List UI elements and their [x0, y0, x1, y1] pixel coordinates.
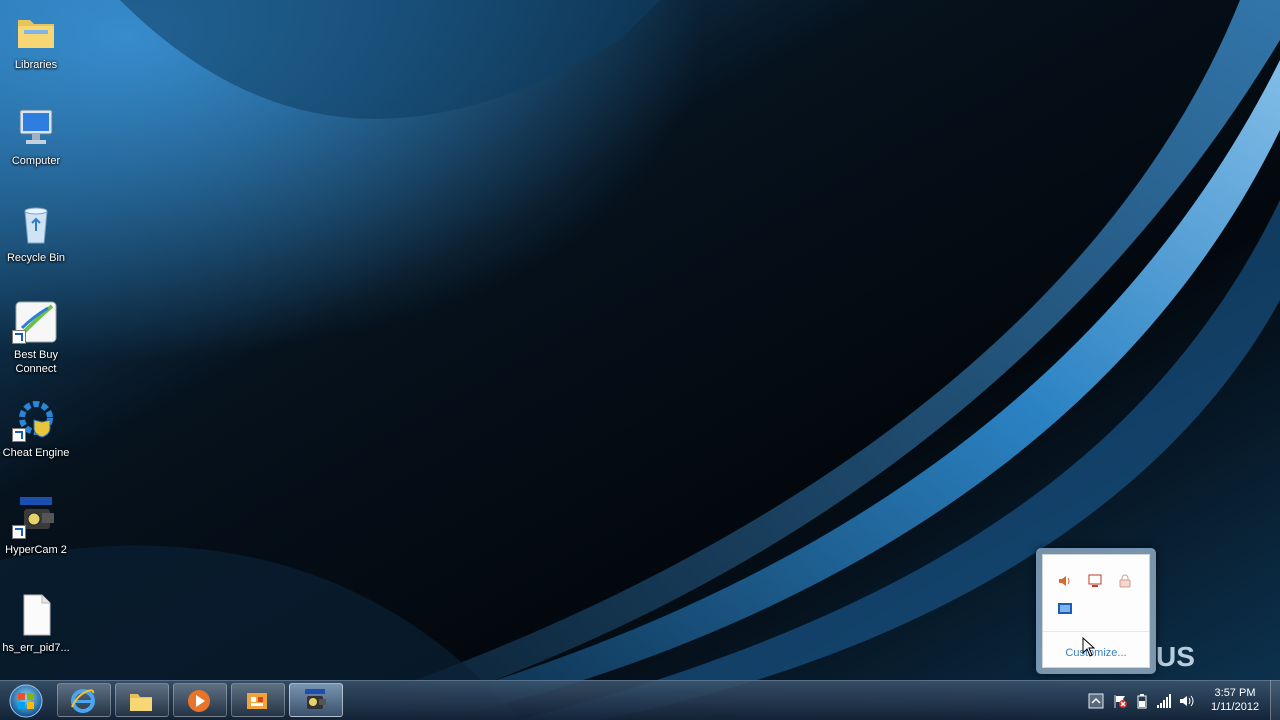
- desktop-icon-label: HyperCam 2: [5, 544, 67, 556]
- speaker-icon[interactable]: [1057, 573, 1073, 589]
- clock-time: 3:57 PM: [1214, 687, 1256, 699]
- desktop-icon-recycle-bin[interactable]: Recycle Bin: [2, 201, 70, 265]
- taskbar-windows-explorer[interactable]: [115, 683, 169, 717]
- taskbar-clock[interactable]: 3:57 PM 1/11/2012: [1200, 686, 1270, 714]
- windows-explorer-folder-icon: [130, 694, 152, 711]
- taskbar-paint[interactable]: [231, 683, 285, 717]
- shortcut-arrow-icon: [12, 428, 26, 442]
- display-icon[interactable]: [1087, 573, 1103, 589]
- shortcut-arrow-icon: [12, 525, 26, 539]
- brand-logo-text: US: [1156, 642, 1195, 672]
- desktop-icon-libraries[interactable]: Libraries: [2, 8, 70, 72]
- desktop-icon-cheat-engine[interactable]: Cheat Engine: [2, 396, 70, 460]
- taskbar: [0, 680, 1280, 720]
- media-player-icon: [188, 690, 210, 712]
- wifi-signal-icon[interactable]: [1156, 693, 1172, 709]
- battery-icon[interactable]: [1134, 693, 1150, 709]
- libraries-folder-icon: [12, 8, 60, 56]
- mouse-cursor-icon: [1082, 637, 1096, 657]
- desktop: Libraries Computer Recycle Bin Best Buy …: [0, 0, 1280, 720]
- lock-icon[interactable]: [1117, 573, 1133, 589]
- desktop-icon-label: Computer: [11, 155, 61, 167]
- volume-icon[interactable]: [1178, 693, 1194, 709]
- taskbar-media-player[interactable]: [173, 683, 227, 717]
- desktop-icon-label: Libraries: [14, 59, 58, 71]
- action-center-flag-icon[interactable]: [1112, 693, 1128, 709]
- customize-link[interactable]: Customize...: [1043, 647, 1149, 659]
- desktop-icon-label: Recycle Bin: [6, 252, 66, 264]
- shortcut-arrow-icon: [12, 330, 26, 344]
- taskbar-hypercam[interactable]: [289, 683, 343, 717]
- taskbar-internet-explorer[interactable]: [57, 683, 111, 717]
- overflow-divider: [1043, 631, 1149, 632]
- overflow-panel: Customize...: [1042, 554, 1150, 668]
- show-hidden-icons-button[interactable]: [1088, 693, 1104, 709]
- desktop-icon-best-buy-connect[interactable]: Best Buy Connect: [2, 298, 70, 376]
- start-button[interactable]: [6, 683, 46, 719]
- desktop-icon-label: Cheat Engine: [2, 447, 70, 459]
- desktop-icon-hypercam[interactable]: HyperCam 2: [2, 493, 70, 557]
- best-buy-connect-icon: [12, 298, 60, 346]
- text-file-icon: [12, 591, 60, 639]
- desktop-icon-computer[interactable]: Computer: [2, 104, 70, 168]
- recycle-bin-icon: [12, 201, 60, 249]
- internet-explorer-icon: [71, 689, 95, 713]
- network-adapter-icon[interactable]: [1057, 601, 1073, 617]
- hypercam-icon: [305, 689, 326, 709]
- hypercam-icon: [12, 493, 60, 541]
- brand-logo: US: [1156, 642, 1195, 672]
- clock-date: 1/11/2012: [1210, 701, 1260, 713]
- desktop-icon-hs-err-file[interactable]: hs_err_pid7...: [2, 591, 70, 655]
- notification-overflow-popup: Customize...: [1036, 548, 1156, 674]
- paint-icon: [247, 693, 267, 709]
- desktop-icon-label: hs_err_pid7...: [2, 642, 70, 654]
- cheat-engine-icon: [12, 396, 60, 444]
- show-desktop-button[interactable]: [1270, 680, 1280, 720]
- computer-monitor-icon: [12, 104, 60, 152]
- desktop-icon-label: Best Buy Connect: [13, 349, 59, 375]
